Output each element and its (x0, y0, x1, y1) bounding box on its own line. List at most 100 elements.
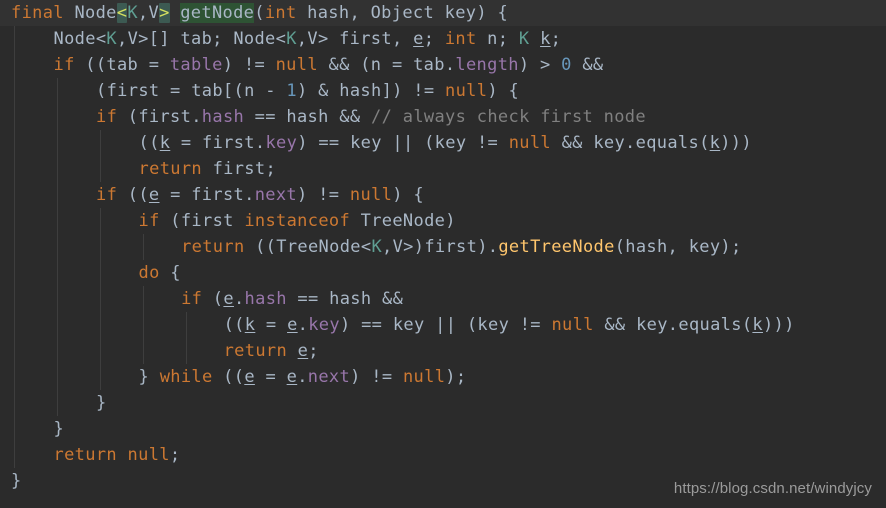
code-token: ; (169, 445, 181, 465)
code-token: e (148, 185, 160, 205)
code-line[interactable]: return null; (0, 442, 886, 468)
code-token: (( (212, 367, 245, 387)
code-token: (first (159, 211, 245, 231)
code-token: hash (244, 289, 287, 309)
code-token: hash (201, 107, 245, 127)
code-token: int (444, 29, 477, 49)
code-token: , (296, 29, 308, 49)
code-token: table (169, 55, 223, 75)
code-line[interactable]: do { (0, 260, 886, 286)
code-line[interactable]: if (first.hash == hash && // always chec… (0, 104, 886, 130)
code-token: e (287, 315, 298, 335)
code-line[interactable]: final Node<K,V> getNode(int hash, Object… (0, 0, 886, 26)
code-line[interactable]: Node<K,V>[] tab; Node<K,V> first, e; int… (0, 26, 886, 52)
code-token: V (392, 237, 404, 257)
code-token: ) > (518, 55, 562, 75)
code-token: k (709, 133, 721, 153)
code-token: } (138, 367, 160, 387)
code-token: , (116, 29, 128, 49)
code-token: { (159, 263, 181, 283)
code-token: ) == key || (key != (339, 315, 552, 335)
code-token: (first = tab[(n - (96, 81, 287, 101)
code-token: k (540, 29, 551, 49)
code-token: >[] tab; Node (138, 29, 276, 49)
code-token: next (254, 185, 297, 205)
code-token: getTreeNode (498, 237, 615, 257)
code-token: e (297, 341, 309, 361)
watermark-url: https://blog.csdn.net/windyjcy (673, 480, 872, 497)
code-token: && (571, 55, 604, 75)
code-token: return (53, 445, 117, 465)
code-token: < (360, 237, 372, 257)
code-token: V (127, 29, 139, 49)
code-token: ((TreeNode (244, 237, 361, 257)
code-token: e (244, 367, 255, 387)
code-token: if (138, 211, 160, 231)
code-token: ; (550, 29, 562, 49)
code-token: hash, Object key) { (296, 3, 509, 23)
code-line[interactable]: (first = tab[(n - 1) & hash]) != null) { (0, 78, 886, 104)
code-line[interactable]: return e; (0, 338, 886, 364)
code-token: getNode (180, 3, 255, 23)
code-token: ) != (222, 55, 276, 75)
code-token: K (518, 29, 530, 49)
code-token: ; (423, 29, 445, 49)
code-line[interactable]: if ((e = first.next) != null) { (0, 182, 886, 208)
code-line[interactable]: if (e.hash == hash && (0, 286, 886, 312)
code-token: ) { (487, 81, 520, 101)
code-line[interactable]: return ((TreeNode<K,V>)first).getTreeNod… (0, 234, 886, 260)
code-token: (( (138, 133, 160, 153)
code-token: < (95, 29, 107, 49)
code-token: return (223, 341, 288, 361)
code-token: e (223, 289, 234, 309)
code-line[interactable]: } (0, 390, 886, 416)
code-token: null (445, 81, 488, 101)
code-token: } (11, 471, 22, 491)
code-editor[interactable]: final Node<K,V> getNode(int hash, Object… (0, 0, 886, 508)
code-token: = first. (159, 185, 255, 205)
code-token: TreeNode) (350, 211, 456, 231)
code-token: null (551, 315, 594, 335)
code-line[interactable]: ((k = e.key) == key || (key != null && k… (0, 312, 886, 338)
code-token: (( (223, 315, 245, 335)
code-line[interactable]: } (0, 416, 886, 442)
code-token: while (159, 367, 213, 387)
code-token: instanceof (244, 211, 351, 231)
code-line[interactable]: } while ((e = e.next) != null); (0, 364, 886, 390)
code-token: && key.equals( (593, 315, 753, 335)
code-token: K (286, 29, 297, 49)
code-token: . (233, 289, 245, 309)
code-token: if (181, 289, 203, 309)
code-area[interactable]: final Node<K,V> getNode(int hash, Object… (0, 0, 886, 494)
code-token: . (297, 367, 308, 387)
code-token: do (138, 263, 160, 283)
code-token: ) == key || (key != (297, 133, 509, 153)
code-token: < (116, 3, 128, 23)
code-token: == hash && (286, 289, 404, 309)
code-token: // always check first node (371, 107, 646, 127)
code-token: length (455, 55, 519, 75)
code-line[interactable]: ((k = first.key) == key || (key != null … (0, 130, 886, 156)
code-token: key (265, 133, 298, 153)
code-line[interactable]: return first; (0, 156, 886, 182)
code-token: ; (308, 341, 319, 361)
code-token: K (106, 29, 117, 49)
code-token: K (371, 237, 383, 257)
code-token: } (53, 419, 65, 439)
code-token: K (127, 3, 138, 23)
code-token: k (244, 315, 256, 335)
code-token: ) & hash]) != (296, 81, 446, 101)
code-token: == hash && (244, 107, 372, 127)
code-line[interactable]: if ((tab = table) != null && (n = tab.le… (0, 52, 886, 78)
code-token: int (264, 3, 297, 23)
code-token: 1 (286, 81, 297, 101)
code-token: > first, (317, 29, 414, 49)
code-token: . (297, 315, 309, 335)
code-token: ( (202, 289, 224, 309)
code-token: ))) (762, 315, 795, 335)
code-line[interactable]: if (first instanceof TreeNode) (0, 208, 886, 234)
